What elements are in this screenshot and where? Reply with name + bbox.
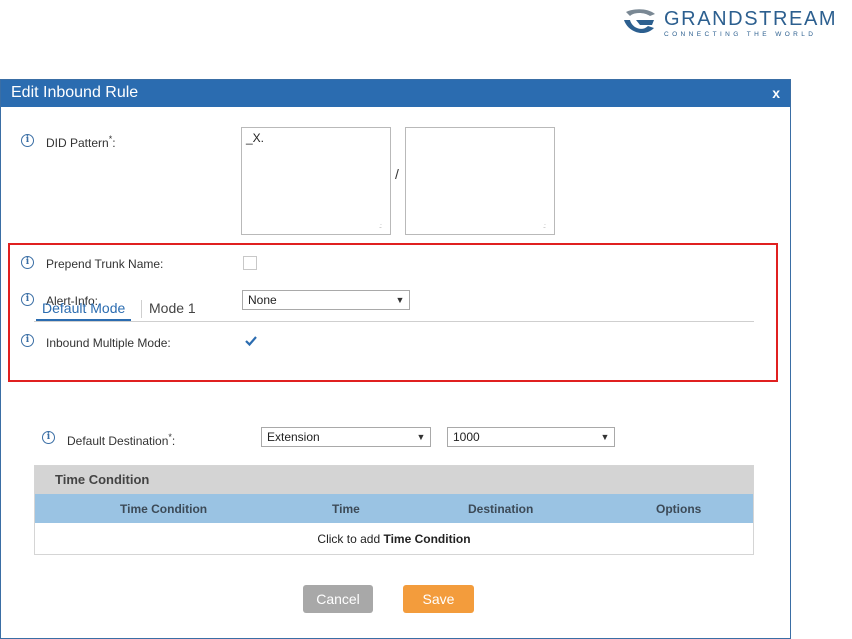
info-icon[interactable]: i — [21, 134, 34, 147]
mode-tabs: Default Mode Mode 1 — [34, 298, 754, 322]
grandstream-logo-icon — [624, 9, 655, 34]
time-condition-header-row: Time Condition Time Destination Options — [35, 494, 753, 523]
column-header-destination: Destination — [468, 502, 534, 516]
inbound-multiple-mode-label: Inbound Multiple Mode: — [46, 336, 171, 350]
did-pattern-label: DID Pattern*: — [46, 134, 116, 150]
dropdown-arrow-icon: ▼ — [416, 432, 426, 442]
cancel-button[interactable]: Cancel — [303, 585, 373, 613]
info-icon[interactable]: i — [21, 334, 34, 347]
dialog-title: Edit Inbound Rule — [11, 84, 139, 101]
default-destination-type-select[interactable]: Extension ▼ — [261, 427, 431, 447]
column-header-time: Time — [332, 502, 360, 516]
resize-grip-icon[interactable]: .: — [379, 223, 387, 231]
checkmark-icon — [245, 336, 257, 347]
did-pattern-separator: / — [395, 166, 399, 182]
dialog-titlebar: Edit Inbound Rule x — [1, 80, 790, 107]
info-icon[interactable]: i — [42, 431, 55, 444]
tab-mode-1[interactable]: Mode 1 — [143, 300, 202, 319]
tab-default-mode[interactable]: Default Mode — [36, 300, 132, 321]
brand-tagline: CONNECTING THE WORLD — [664, 31, 817, 38]
tab-divider — [141, 300, 142, 318]
default-destination-target-select[interactable]: 1000 ▼ — [447, 427, 615, 447]
default-destination-target-value: 1000 — [453, 430, 480, 444]
column-header-options: Options — [656, 502, 702, 516]
close-icon[interactable]: x — [772, 85, 780, 101]
add-time-condition-link[interactable]: Click to add Time Condition — [35, 523, 753, 555]
save-button[interactable]: Save — [403, 585, 474, 613]
did-pattern-second-input[interactable] — [405, 127, 555, 235]
time-condition-title: Time Condition — [35, 466, 753, 494]
inbound-multiple-mode-checkbox[interactable] — [244, 334, 258, 348]
brand-name: GRANDSTREAM — [664, 8, 838, 30]
time-condition-panel: Time Condition Time Condition Time Desti… — [34, 465, 754, 555]
column-header-time-condition: Time Condition — [120, 502, 208, 516]
default-destination-label: Default Destination*: — [67, 432, 176, 448]
default-destination-type-value: Extension — [267, 430, 320, 444]
dropdown-arrow-icon: ▼ — [600, 432, 610, 442]
resize-grip-icon[interactable]: .: — [543, 223, 551, 231]
did-pattern-input[interactable] — [241, 127, 391, 235]
brand-logo: GRANDSTREAM CONNECTING THE WORLD — [622, 4, 848, 44]
